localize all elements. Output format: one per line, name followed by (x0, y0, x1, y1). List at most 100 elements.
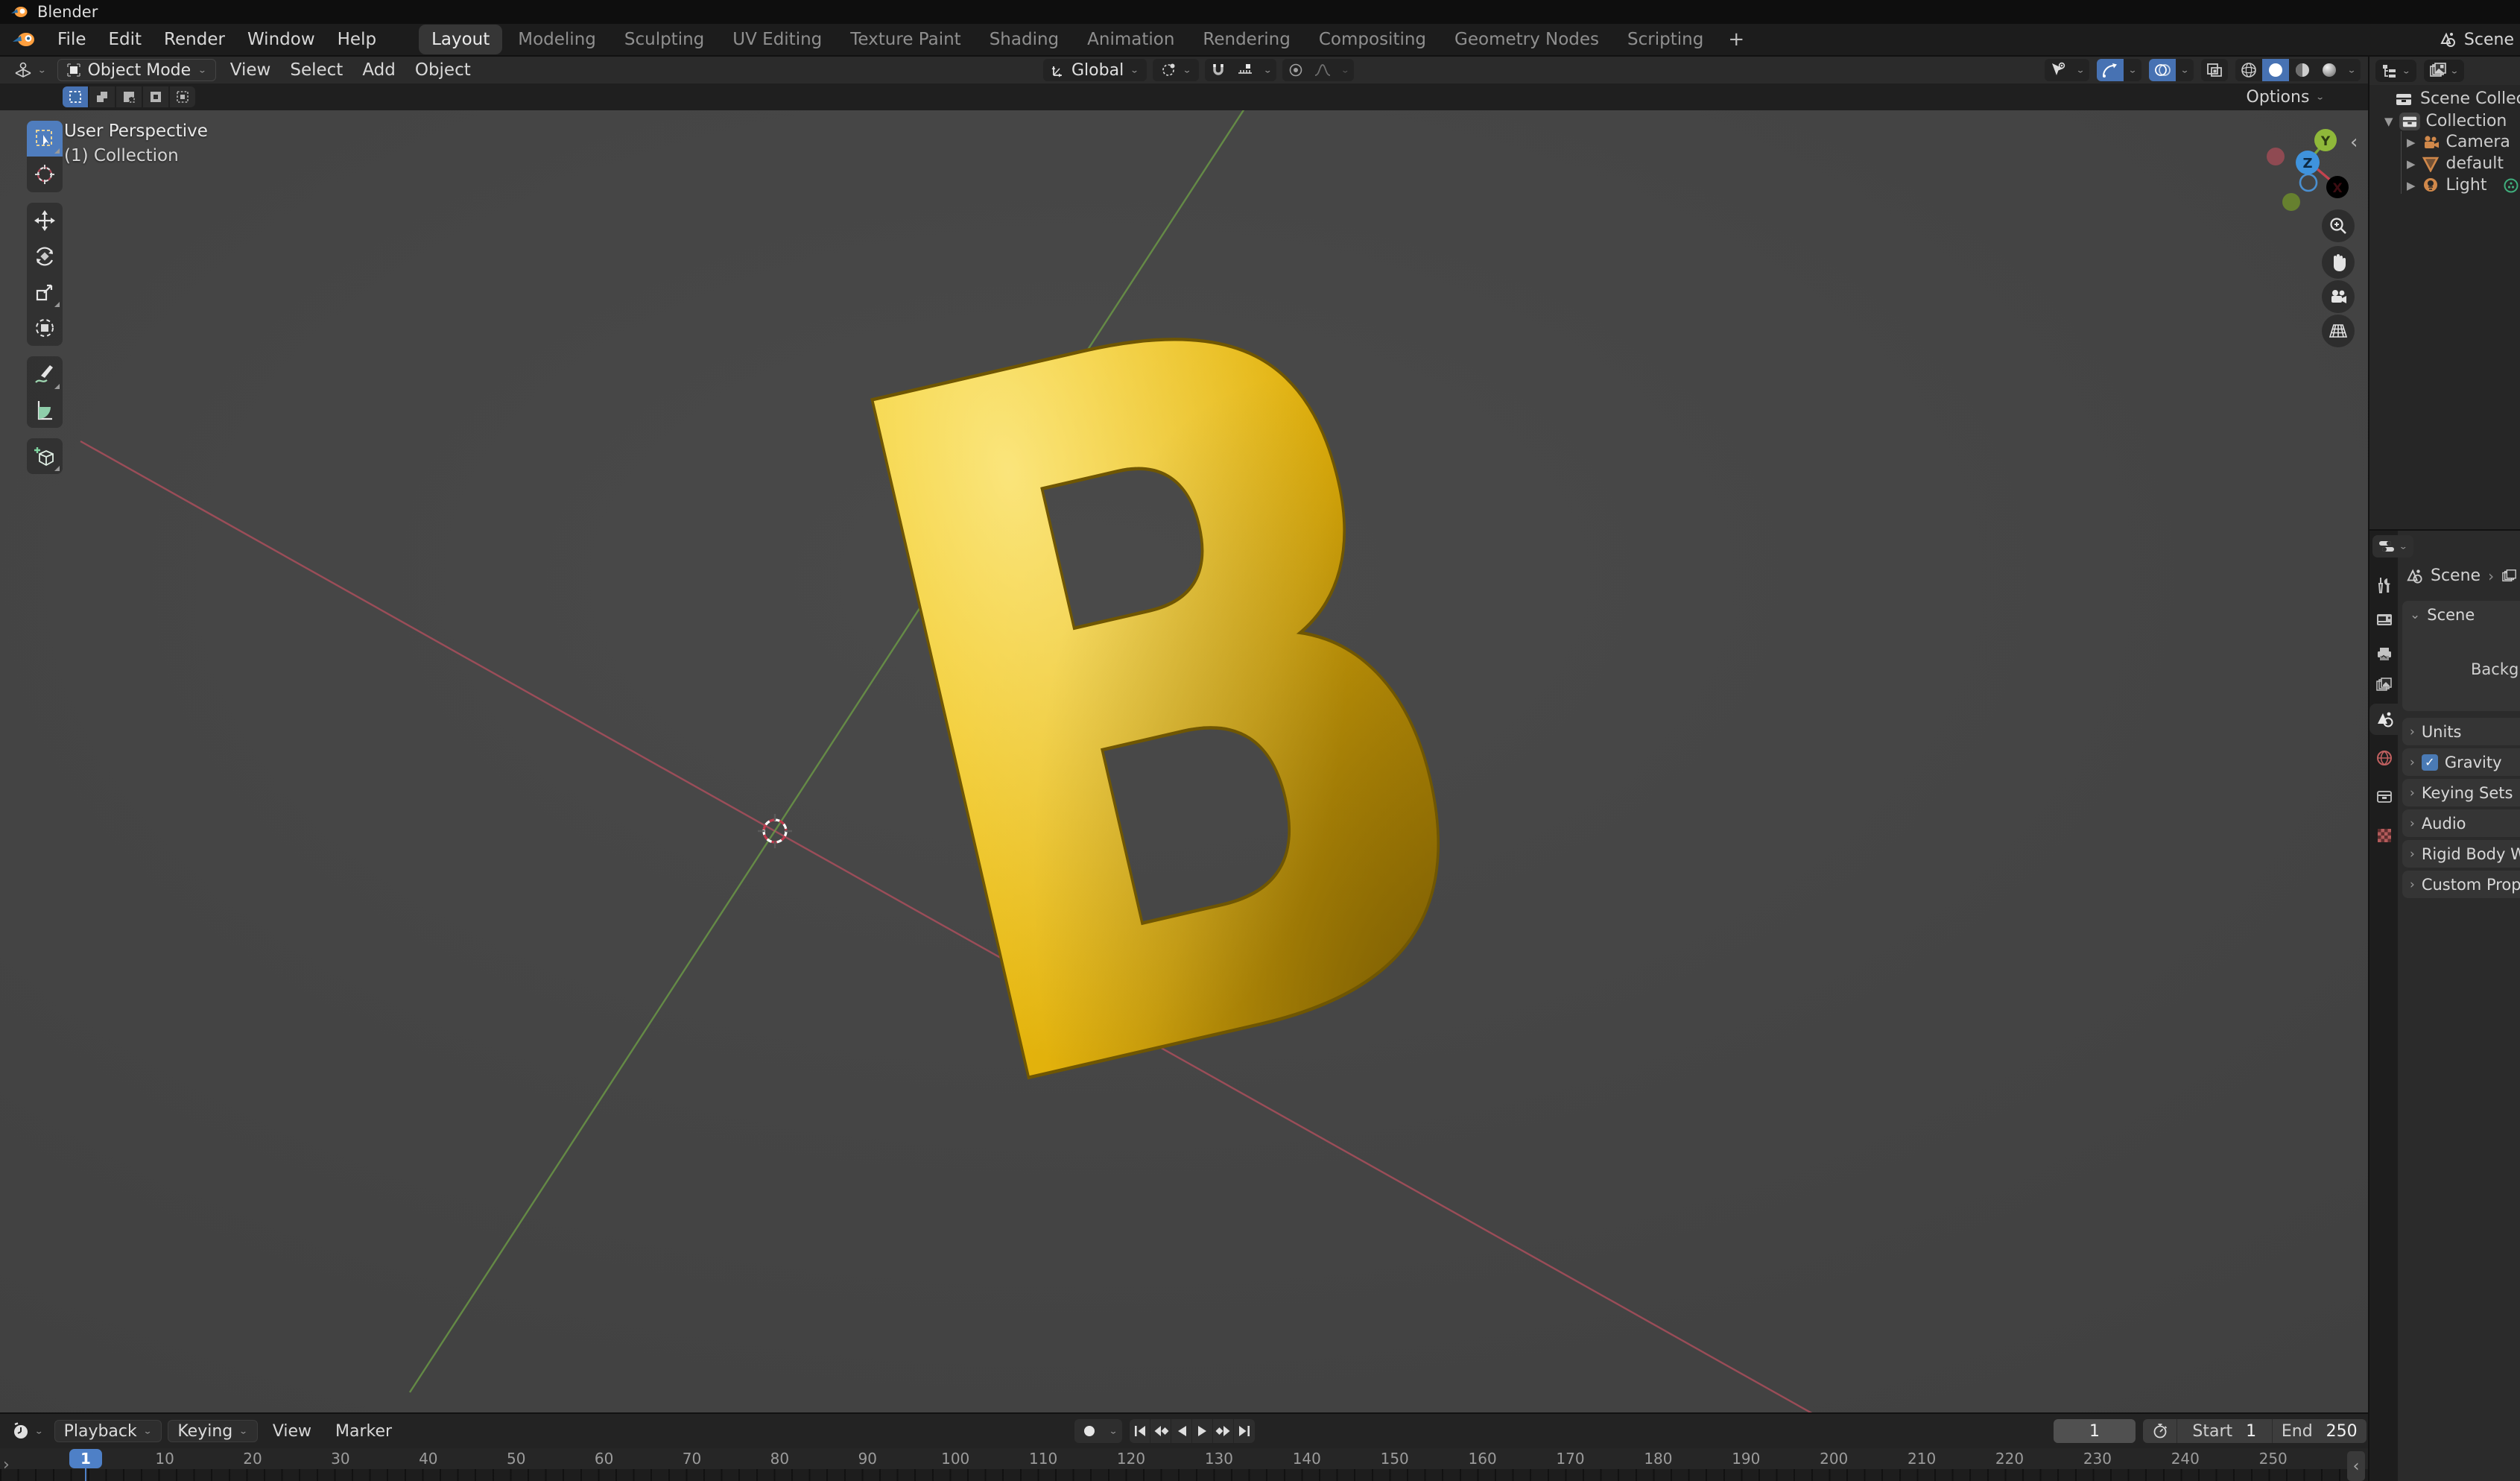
timeline-menu-view[interactable]: View (264, 1422, 320, 1441)
menu-help[interactable]: Help (326, 25, 387, 54)
panel-expand-icon[interactable]: › (2410, 786, 2415, 801)
object-type-visibility-dropdown[interactable] (2045, 59, 2071, 81)
viewport-perspective-button[interactable] (2322, 315, 2355, 347)
timeline-menu-playback[interactable]: Playback ⌄ (54, 1420, 162, 1442)
viewport-camera-button[interactable] (2322, 280, 2355, 313)
viewport-menu-select[interactable]: Select (280, 57, 352, 83)
tool-scale[interactable] (27, 274, 63, 310)
previous-keyframe-button[interactable] (1150, 1419, 1171, 1443)
chevron-down-icon[interactable]: ⌄ (2124, 59, 2141, 81)
viewport-3d[interactable]: B B B User Perspective (1) Collection Y … (0, 110, 2368, 1412)
editor-type-button[interactable]: ⌄ (7, 59, 53, 81)
timeline-expand-arrow[interactable]: › (3, 1456, 10, 1474)
menu-render[interactable]: Render (153, 25, 236, 54)
panel-custom-properties[interactable]: › Custom Properties (2402, 871, 2520, 898)
viewport-menu-object[interactable]: Object (405, 57, 481, 83)
outliner-display-mode-dropdown[interactable]: ⌄ (2375, 60, 2416, 82)
timeline-menu-keying[interactable]: Keying ⌄ (168, 1420, 258, 1442)
panel-expand-icon[interactable]: › (2410, 724, 2415, 739)
mode-selector[interactable]: Object Mode ⌄ (57, 59, 216, 81)
options-dropdown[interactable]: Options ⌄ (2247, 86, 2325, 107)
select-mode-invert[interactable] (143, 86, 168, 107)
light-status-icon[interactable] (2503, 177, 2519, 194)
select-mode-subtract[interactable] (116, 86, 142, 107)
snap-target-dropdown[interactable] (1232, 59, 1259, 81)
expand-triangle-icon[interactable]: ▶ (2407, 157, 2416, 171)
jump-to-start-button[interactable] (1130, 1419, 1150, 1443)
outliner-item-camera[interactable]: ▶ Camera (2407, 131, 2520, 153)
properties-tab-scene[interactable] (2375, 710, 2394, 729)
tool-measure[interactable] (27, 392, 63, 428)
panel-expand-icon[interactable]: › (2410, 877, 2415, 892)
workspace-tab-compositing[interactable]: Compositing (1306, 25, 1439, 54)
viewport-pan-button[interactable] (2322, 246, 2355, 279)
play-reverse-button[interactable] (1171, 1419, 1192, 1443)
use-preview-range-button[interactable] (2143, 1419, 2177, 1443)
properties-tab-render[interactable] (2375, 610, 2394, 629)
timeline-editor-type-button[interactable]: ⌄ (7, 1420, 48, 1442)
chevron-down-icon[interactable]: ⌄ (2343, 59, 2361, 81)
tool-cursor[interactable] (27, 157, 63, 192)
timeline-menu-marker[interactable]: Marker (326, 1422, 401, 1441)
workspace-tab-rendering[interactable]: Rendering (1190, 25, 1302, 54)
properties-tab-texture[interactable] (2375, 826, 2394, 845)
show-gizmo-toggle[interactable] (2097, 59, 2124, 81)
workspace-tab-uv-editing[interactable]: UV Editing (720, 25, 835, 54)
chevron-down-icon[interactable]: ⌄ (2176, 59, 2194, 81)
blender-menu-icon[interactable] (12, 31, 36, 48)
select-mode-set[interactable] (63, 86, 88, 107)
workspace-tab-shading[interactable]: Shading (977, 25, 1071, 54)
workspace-tab-modeling[interactable]: Modeling (505, 25, 609, 54)
panel-units[interactable]: › Units (2402, 718, 2520, 745)
outliner-root-row[interactable]: Scene Collection (2395, 88, 2520, 110)
panel-expand-icon[interactable]: ⌄ (2410, 607, 2420, 622)
xray-toggle[interactable] (2201, 59, 2228, 81)
jump-to-end-button[interactable] (1234, 1419, 1255, 1443)
collapse-triangle-icon[interactable]: ▼ (2384, 115, 2393, 128)
outliner-filter-dropdown[interactable]: ⌄ (2423, 60, 2465, 82)
workspace-tab-animation[interactable]: Animation (1074, 25, 1187, 54)
gravity-checkbox[interactable]: ✓ (2421, 754, 2438, 771)
properties-tab-output[interactable] (2375, 644, 2394, 663)
shading-rendered-button[interactable] (2316, 59, 2343, 81)
properties-tab-object[interactable] (2375, 787, 2394, 806)
tool-rotate[interactable] (27, 239, 63, 274)
outliner-item-default[interactable]: ▶ default (2407, 153, 2520, 174)
snap-toggle[interactable] (1205, 59, 1232, 81)
expand-triangle-icon[interactable]: ▶ (2407, 179, 2416, 192)
workspace-tab-scripting[interactable]: Scripting (1615, 25, 1716, 54)
panel-expand-icon[interactable]: › (2410, 755, 2415, 770)
properties-tab-world[interactable] (2375, 748, 2394, 768)
tool-move[interactable] (27, 203, 63, 239)
balloon-letter-b[interactable]: B B B (723, 246, 1617, 1140)
falloff-dropdown[interactable] (1309, 59, 1336, 81)
workspace-tab-layout[interactable]: Layout (419, 25, 503, 54)
current-frame-field[interactable]: 1 (2054, 1419, 2136, 1443)
chevron-down-icon[interactable]: ⌄ (1259, 59, 1276, 81)
viewport-menu-view[interactable]: View (221, 57, 281, 83)
panel-keying-sets[interactable]: › Keying Sets (2402, 779, 2520, 806)
properties-editor-type-button[interactable]: ⌄ (2372, 535, 2413, 558)
tool-select-box[interactable] (27, 121, 63, 157)
properties-tab-tool[interactable] (2375, 575, 2394, 595)
panel-expand-icon[interactable]: › (2410, 816, 2415, 831)
shading-wireframe-button[interactable] (2235, 59, 2262, 81)
playhead-current-frame[interactable]: 1 (69, 1449, 102, 1468)
workspace-tab-sculpting[interactable]: Sculpting (612, 25, 717, 54)
playhead-line[interactable] (85, 1468, 86, 1481)
viewport-menu-add[interactable]: Add (352, 57, 405, 83)
show-overlays-toggle[interactable] (2149, 59, 2176, 81)
tool-transform[interactable] (27, 310, 63, 346)
workspace-tab-geometry-nodes[interactable]: Geometry Nodes (1442, 25, 1612, 54)
timeline-scroll-arrow[interactable]: ‹ (2347, 1451, 2365, 1481)
select-mode-extend[interactable] (89, 86, 115, 107)
play-button[interactable] (1192, 1419, 1213, 1443)
end-frame-field[interactable]: End 250 (2273, 1419, 2367, 1443)
outliner-item-light[interactable]: ▶ Light (2407, 174, 2520, 196)
menu-edit[interactable]: Edit (98, 25, 153, 54)
outliner-collection-row[interactable]: ▼ Collection (2384, 110, 2507, 132)
proportional-editing-toggle[interactable] (1282, 59, 1309, 81)
sidebar-collapse-arrow[interactable]: ‹ (2350, 131, 2358, 154)
start-frame-field[interactable]: Start 1 (2177, 1419, 2273, 1443)
panel-rigid-body-world[interactable]: › Rigid Body World (2402, 840, 2520, 868)
